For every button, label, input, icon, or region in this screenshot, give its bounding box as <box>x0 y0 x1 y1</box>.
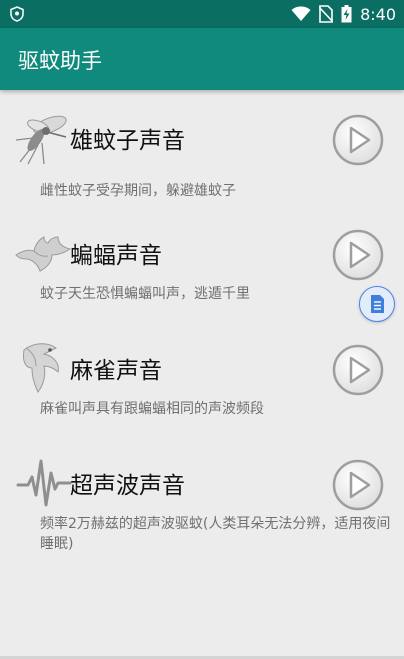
play-icon[interactable] <box>331 228 385 282</box>
item-title: 雄蚊子声音 <box>70 128 185 154</box>
play-icon[interactable] <box>331 113 385 167</box>
battery-charging-icon <box>341 5 352 23</box>
item-description: 雌性蚊子受孕期间，躲避雄蚊子 <box>40 183 236 199</box>
bat-icon <box>15 236 72 272</box>
status-icons: 8:40 <box>291 4 396 24</box>
list-item[interactable]: 蝙蝠声音 蚊子天生恐惧蝙蝠叫声，逃遁千里 <box>0 217 404 327</box>
list-item[interactable]: 雄蚊子声音 雌性蚊子受孕期间，躲避雄蚊子 <box>0 102 404 212</box>
item-title: 超声波声音 <box>70 473 185 499</box>
sparrow-icon <box>23 343 59 393</box>
page-title: 驱蚊助手 <box>18 49 102 73</box>
item-title: 蝙蝠声音 <box>70 243 162 269</box>
item-description: 频率2万赫兹的超声波驱蚊(人类耳朵无法分辨，适用夜间睡眠) <box>40 516 391 552</box>
shield-icon <box>10 6 24 22</box>
play-icon[interactable] <box>331 343 385 397</box>
mosquito-icon <box>15 115 67 165</box>
app-bar: 驱蚊助手 <box>0 28 404 90</box>
no-sim-icon <box>319 5 334 23</box>
status-time: 8:40 <box>360 4 396 24</box>
item-title: 麻雀声音 <box>70 358 162 384</box>
list-item[interactable]: 超声波声音 频率2万赫兹的超声波驱蚊(人类耳朵无法分辨，适用夜间睡眠) <box>0 447 404 567</box>
list-item[interactable]: 麻雀声音 麻雀叫声具有跟蝙蝠相同的声波频段 <box>0 332 404 442</box>
waveform-icon <box>16 459 72 507</box>
document-icon <box>371 295 384 313</box>
wifi-icon <box>291 6 311 21</box>
play-icon[interactable] <box>331 458 385 512</box>
item-description: 麻雀叫声具有跟蝙蝠相同的声波频段 <box>40 401 264 417</box>
floating-button[interactable] <box>359 286 395 322</box>
status-bar: 8:40 <box>0 0 404 28</box>
item-description: 蚊子天生恐惧蝙蝠叫声，逃遁千里 <box>40 286 250 302</box>
